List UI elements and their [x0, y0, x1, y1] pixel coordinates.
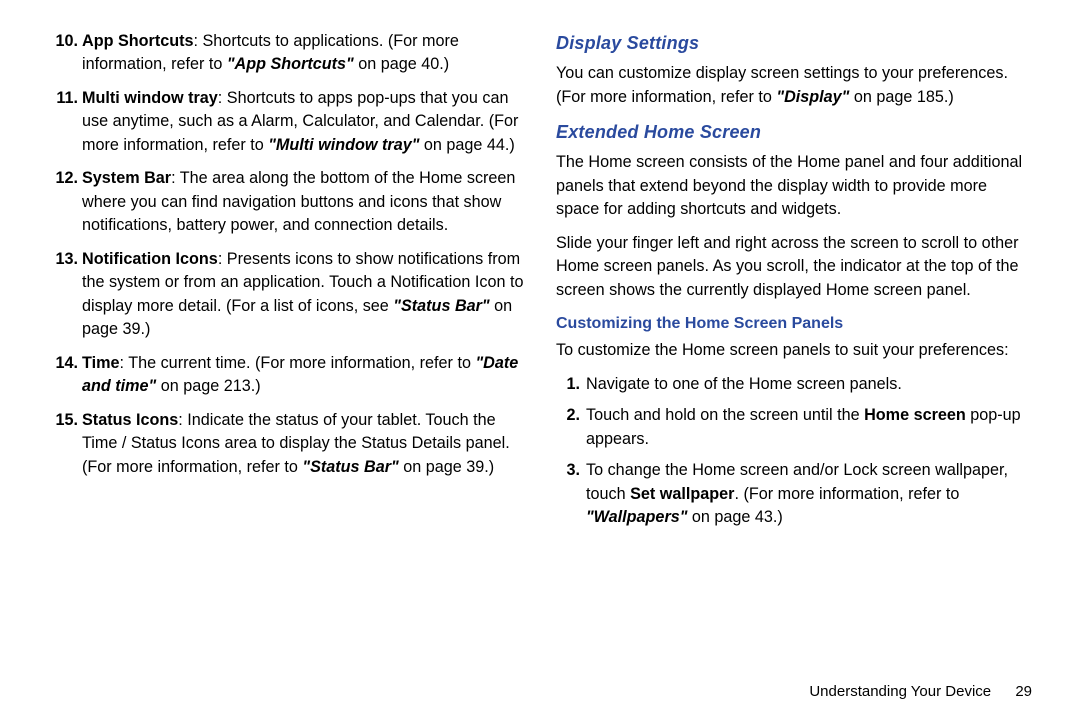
step-item: 3.To change the Home screen and/or Lock …	[556, 459, 1032, 529]
left-column: 10.App Shortcuts: Shortcuts to applicati…	[48, 30, 524, 669]
paragraph: Slide your finger left and right across …	[556, 232, 1032, 302]
page-footer: Understanding Your Device 29	[48, 669, 1032, 700]
item-text: System Bar: The area along the bottom of…	[82, 167, 524, 237]
heading-customizing-panels: Customizing the Home Screen Panels	[556, 312, 1032, 335]
item-text: Notification Icons: Presents icons to sh…	[82, 248, 524, 342]
term: App Shortcuts	[82, 32, 194, 50]
item-number: 14.	[48, 352, 82, 399]
step-text: To change the Home screen and/or Lock sc…	[586, 459, 1032, 529]
text: on page 185.)	[849, 88, 953, 106]
step-text: Navigate to one of the Home screen panel…	[586, 373, 1032, 396]
step-number: 1.	[556, 373, 586, 396]
cross-reference: "App Shortcuts"	[227, 55, 354, 73]
paragraph: You can customize display screen setting…	[556, 62, 1032, 109]
numbered-list: 10.App Shortcuts: Shortcuts to applicati…	[48, 30, 524, 479]
right-column: Display Settings You can customize displ…	[556, 30, 1032, 669]
paragraph: To customize the Home screen panels to s…	[556, 339, 1032, 362]
cross-reference: "Status Bar"	[393, 297, 489, 315]
item-text: Status Icons: Indicate the status of you…	[82, 409, 524, 479]
item-text: Multi window tray: Shortcuts to apps pop…	[82, 87, 524, 157]
step-item: 2.Touch and hold on the screen until the…	[556, 404, 1032, 451]
list-item: 15.Status Icons: Indicate the status of …	[48, 409, 524, 479]
step-text: Touch and hold on the screen until the H…	[586, 404, 1032, 451]
document-page: 10.App Shortcuts: Shortcuts to applicati…	[0, 0, 1080, 720]
list-item: 11.Multi window tray: Shortcuts to apps …	[48, 87, 524, 157]
term: Status Icons	[82, 411, 178, 429]
cross-reference: "Status Bar"	[302, 458, 398, 476]
step-number: 2.	[556, 404, 586, 451]
paragraph: The Home screen consists of the Home pan…	[556, 151, 1032, 221]
cross-reference: "Date and time"	[82, 354, 518, 395]
bold-term: Home screen	[864, 406, 966, 424]
item-number: 13.	[48, 248, 82, 342]
cross-reference: "Display"	[776, 88, 849, 106]
item-text: Time: The current time. (For more inform…	[82, 352, 524, 399]
cross-reference: "Wallpapers"	[586, 508, 687, 526]
heading-extended-home-screen: Extended Home Screen	[556, 119, 1032, 145]
item-number: 12.	[48, 167, 82, 237]
item-text: App Shortcuts: Shortcuts to applications…	[82, 30, 524, 77]
term: System Bar	[82, 169, 171, 187]
step-item: 1.Navigate to one of the Home screen pan…	[556, 373, 1032, 396]
term: Notification Icons	[82, 250, 218, 268]
cross-reference: "Multi window tray"	[268, 136, 419, 154]
steps-list: 1.Navigate to one of the Home screen pan…	[556, 373, 1032, 530]
heading-display-settings: Display Settings	[556, 30, 1032, 56]
list-item: 13.Notification Icons: Presents icons to…	[48, 248, 524, 342]
footer-page-number: 29	[1015, 683, 1032, 700]
footer-section-title: Understanding Your Device	[809, 683, 991, 700]
list-item: 14.Time: The current time. (For more inf…	[48, 352, 524, 399]
item-number: 10.	[48, 30, 82, 77]
term: Time	[82, 354, 120, 372]
list-item: 12.System Bar: The area along the bottom…	[48, 167, 524, 237]
columns-container: 10.App Shortcuts: Shortcuts to applicati…	[48, 30, 1032, 669]
step-number: 3.	[556, 459, 586, 529]
term: Multi window tray	[82, 89, 218, 107]
item-number: 15.	[48, 409, 82, 479]
bold-term: Set wallpaper	[630, 485, 734, 503]
list-item: 10.App Shortcuts: Shortcuts to applicati…	[48, 30, 524, 77]
item-number: 11.	[48, 87, 82, 157]
